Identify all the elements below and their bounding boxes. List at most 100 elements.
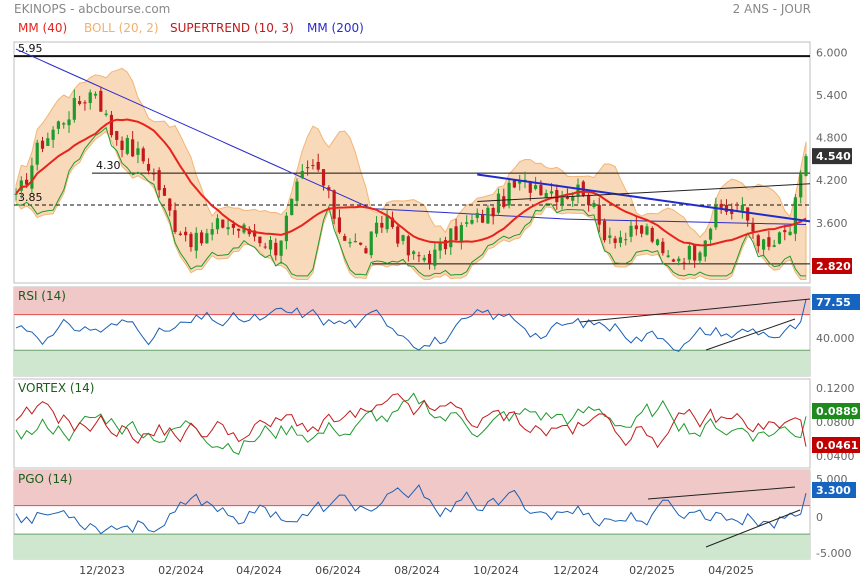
candle [783, 230, 787, 233]
candle [486, 207, 490, 224]
candle [412, 251, 416, 255]
price-panel: 5.954.303.856.0005.4004.8004.2003.6003.0… [13, 41, 852, 284]
candle [184, 231, 188, 236]
candle [613, 238, 617, 243]
candle [618, 237, 623, 243]
legend-item: MM (200) [307, 21, 364, 35]
candle [496, 193, 501, 213]
candle [480, 214, 485, 223]
candle [788, 231, 792, 236]
candle [724, 204, 729, 212]
candle [677, 258, 681, 262]
candle [168, 198, 172, 211]
candle [125, 137, 129, 154]
x-tick-label: 06/2024 [315, 564, 361, 577]
candle [682, 262, 686, 264]
price-tick-label: 3.600 [816, 217, 848, 230]
x-tick-label: 10/2024 [473, 564, 519, 577]
candle [83, 102, 87, 104]
chart-canvas: MM (40) BOLL (20, 2) SUPERTREND (10, 3) MM … [13, 21, 860, 577]
candle [671, 259, 676, 262]
candle [56, 121, 61, 129]
candle [465, 222, 469, 224]
legend: MM (40) BOLL (20, 2) SUPERTREND (10, 3) MM … [18, 21, 364, 35]
candle [793, 197, 797, 234]
x-tick-label: 02/2024 [158, 564, 204, 577]
candle [99, 90, 103, 112]
candle [396, 226, 400, 244]
candle [62, 123, 66, 125]
x-tick-label: 04/2024 [236, 564, 282, 577]
candle [327, 187, 331, 191]
candle [661, 241, 665, 254]
candle [364, 248, 368, 254]
candle [162, 188, 167, 196]
supertrend-label: 2.820 [816, 260, 851, 273]
x-tick-label: 02/2025 [629, 564, 675, 577]
candle [640, 225, 644, 234]
x-tick-label: 12/2024 [553, 564, 599, 577]
candle [210, 229, 214, 235]
candle [544, 193, 548, 198]
price-tick-label: 6.000 [816, 47, 848, 60]
candle [237, 228, 241, 231]
candle [597, 204, 601, 225]
candle [258, 236, 262, 244]
candle [189, 233, 193, 248]
vortex-tick-label: 0.1200 [816, 382, 855, 395]
pgo-tick-label: -5.000 [816, 547, 851, 560]
candle [93, 93, 98, 96]
candle [698, 252, 702, 261]
candle [740, 204, 744, 211]
candle [120, 140, 124, 151]
level-label: 4.30 [96, 159, 121, 172]
candle [417, 255, 421, 257]
candle [406, 236, 410, 256]
candle [756, 235, 760, 247]
candle [687, 245, 691, 260]
candle [306, 167, 310, 169]
chart-root: EKINOPS - abcbourse.com 2 ANS - JOUR MM … [0, 0, 860, 580]
rsi-value-label: 77.55 [816, 296, 851, 309]
candle [719, 203, 723, 208]
candle [40, 140, 45, 149]
price-tick-label: 4.800 [816, 132, 848, 145]
candle [215, 218, 220, 230]
candle [141, 148, 145, 162]
candle [152, 173, 156, 175]
candle [290, 198, 294, 216]
candle [449, 228, 453, 248]
legend-item: BOLL (20, 2) [84, 21, 159, 35]
candle [401, 235, 405, 241]
candle [109, 114, 114, 136]
candle [655, 239, 660, 245]
vortex-minus-label: 0.0461 [816, 439, 858, 452]
candle [608, 235, 612, 238]
candle [51, 129, 55, 140]
candle [761, 239, 766, 250]
candle [491, 207, 495, 217]
candle [666, 255, 670, 257]
candle [475, 212, 479, 218]
x-tick-label: 08/2024 [394, 564, 440, 577]
candle [311, 165, 315, 167]
legend-item: SUPERTREND (10, 3) [170, 21, 294, 35]
candle [634, 225, 638, 230]
candle [279, 240, 283, 256]
candle [751, 222, 755, 232]
candle [369, 231, 373, 256]
candle [459, 225, 463, 243]
vortex-plus-label: 0.0889 [816, 405, 858, 418]
candle [274, 242, 278, 256]
candle [72, 97, 76, 120]
pgo-tick-label: 0 [816, 511, 823, 524]
candle [454, 226, 458, 241]
legend-item: MM (40) [18, 21, 67, 35]
rsi-tick-label: 40.000 [816, 332, 855, 345]
candle [534, 185, 538, 189]
candle [645, 226, 649, 235]
candle [337, 217, 342, 233]
candle [380, 222, 384, 228]
vortex-title: VORTEX (14) [18, 381, 95, 395]
candle [777, 232, 782, 244]
